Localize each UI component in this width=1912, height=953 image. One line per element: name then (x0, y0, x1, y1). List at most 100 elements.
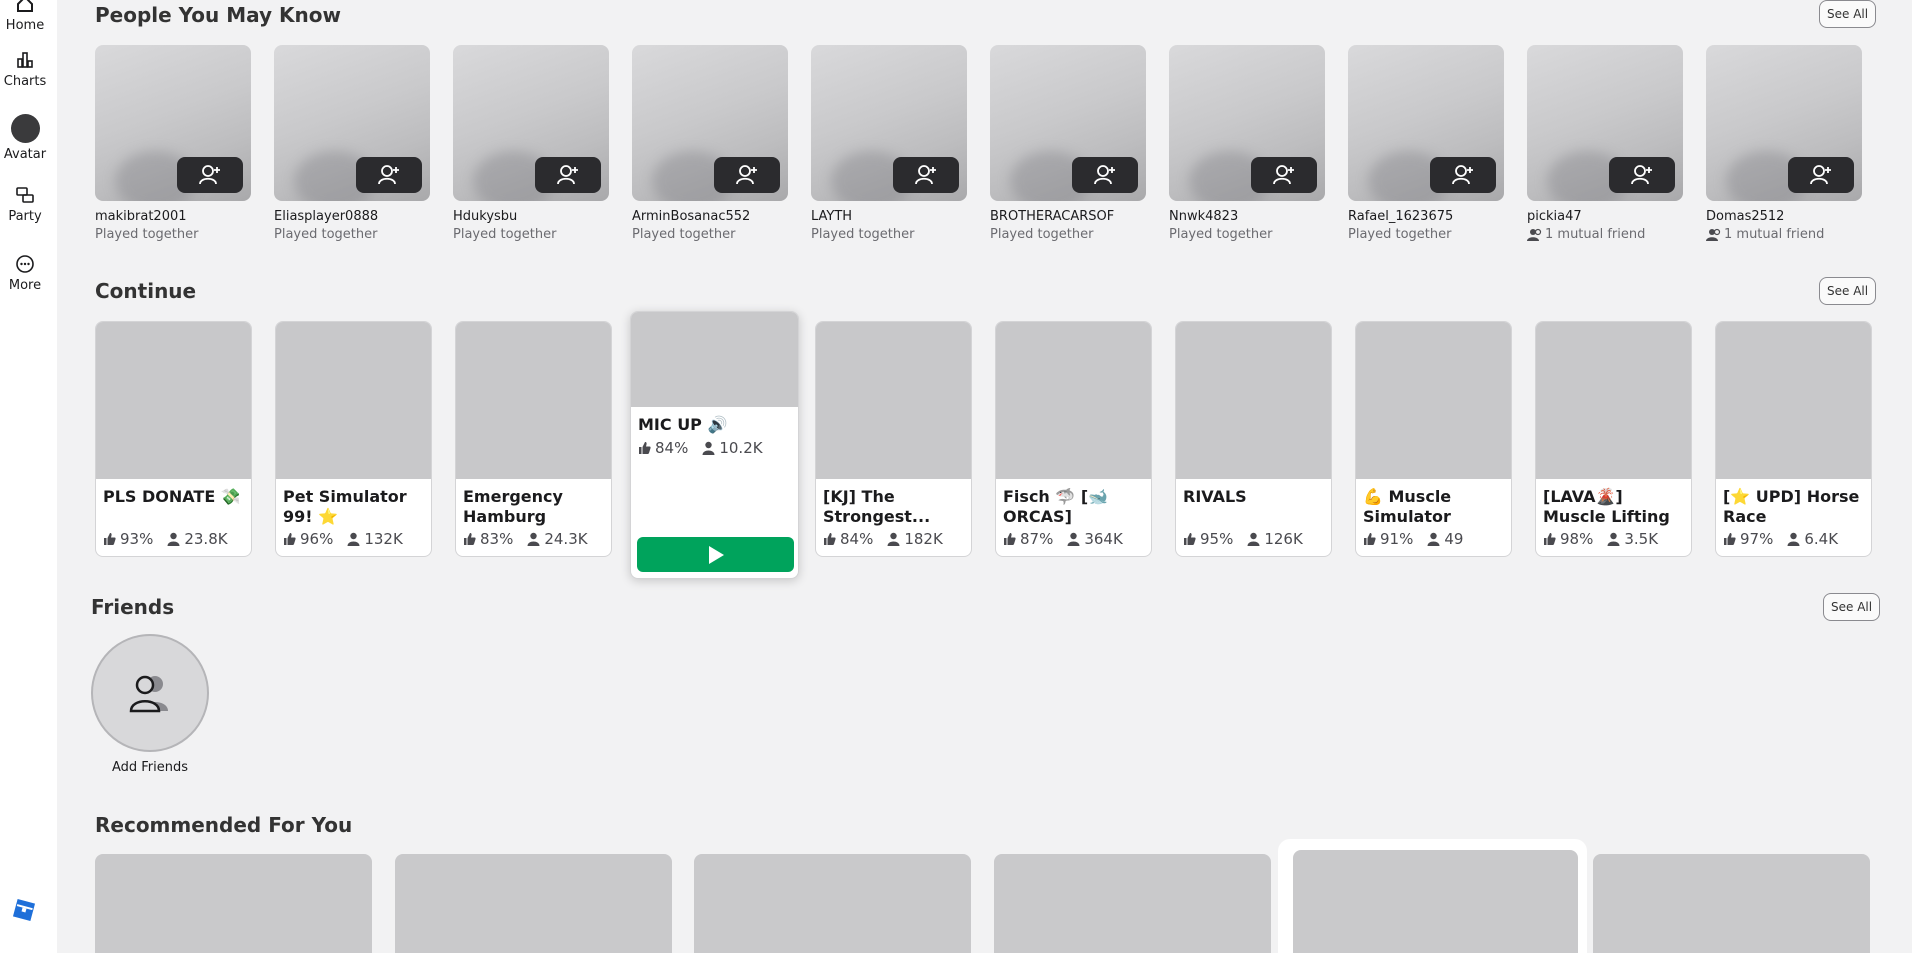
game-thumbnail[interactable] (96, 322, 251, 479)
person-card[interactable]: BROTHERACARSOF Played together (990, 45, 1146, 242)
game-thumbnail[interactable] (1716, 322, 1871, 479)
nav-avatar[interactable]: Avatar (0, 114, 50, 162)
game-title[interactable]: RIVALS (1176, 479, 1331, 529)
game-title[interactable]: [⭐ UPD] Horse Race (1716, 479, 1871, 529)
game-thumbnail[interactable] (1536, 322, 1691, 479)
person-card[interactable]: Nnwk4823 Played together (1169, 45, 1325, 242)
friends-see-all-button[interactable]: See All (1823, 593, 1881, 621)
people-see-all-button[interactable]: See All (1819, 0, 1877, 28)
game-thumbnail[interactable] (456, 322, 611, 479)
recommended-game-thumbnail[interactable] (395, 854, 672, 953)
person-name[interactable]: Eliasplayer0888 (274, 209, 430, 224)
thumbs-up-icon (284, 533, 296, 545)
add-friend-button[interactable] (177, 157, 243, 193)
game-card[interactable]: [⭐ UPD] Horse Race 97% 6.4K (1715, 321, 1872, 557)
game-card[interactable]: Emergency Hamburg 83% 24.3K (455, 321, 612, 557)
nav-charts-label: Charts (3, 74, 47, 89)
person-card[interactable]: LAYTH Played together (811, 45, 967, 242)
players-icon (347, 532, 360, 546)
nav-charts[interactable]: Charts (0, 50, 50, 89)
person-name[interactable]: Domas2512 (1706, 209, 1862, 224)
add-friend-button[interactable] (356, 157, 422, 193)
game-title[interactable]: Fisch 🦈 [🐋 ORCAS] (996, 479, 1151, 529)
person-avatar[interactable] (95, 45, 251, 201)
game-title[interactable]: [LAVA🌋] Muscle Lifting Simulator (1536, 479, 1691, 529)
person-card[interactable]: pickia47 1 mutual friend (1527, 45, 1683, 242)
person-name[interactable]: ArminBosanac552 (632, 209, 788, 224)
nav-party[interactable]: Party (0, 185, 50, 224)
game-card[interactable]: [LAVA🌋] Muscle Lifting Simulator98% 3.5K (1535, 321, 1692, 557)
play-button[interactable] (637, 537, 794, 572)
person-avatar[interactable] (1169, 45, 1325, 201)
game-thumbnail[interactable] (996, 322, 1151, 479)
game-title[interactable]: Pet Simulator 99! ⭐ (276, 479, 431, 529)
nav-home[interactable]: Home (0, 0, 50, 33)
game-thumbnail[interactable] (816, 322, 971, 479)
game-title[interactable]: PLS DONATE 💸 (96, 479, 251, 529)
person-card[interactable]: Rafael_1623675 Played together (1348, 45, 1504, 242)
game-card[interactable]: 💪 Muscle Simulator 91% 49 (1355, 321, 1512, 557)
game-title[interactable]: Emergency Hamburg (456, 479, 611, 529)
person-relation: 1 mutual friend (1706, 227, 1862, 242)
person-name[interactable]: LAYTH (811, 209, 967, 224)
add-friend-button[interactable] (535, 157, 601, 193)
game-card[interactable]: Fisch 🦈 [🐋 ORCAS] 87% 364K (995, 321, 1152, 557)
person-name[interactable]: Hdukysbu (453, 209, 609, 224)
people-section-title: People You May Know (95, 3, 341, 27)
person-avatar[interactable] (632, 45, 788, 201)
person-card[interactable]: ArminBosanac552 Played together (632, 45, 788, 242)
continue-see-all-button[interactable]: See All (1819, 277, 1877, 305)
add-friends-button[interactable]: Add Friends (91, 634, 209, 775)
add-friend-button[interactable] (1788, 157, 1854, 193)
person-avatar[interactable] (1706, 45, 1862, 201)
game-card[interactable]: RIVALS 95% 126K (1175, 321, 1332, 557)
person-card[interactable]: Eliasplayer0888 Played together (274, 45, 430, 242)
game-player-count: 132K (364, 530, 403, 548)
game-card[interactable]: MIC UP 🔊 84% 10.2K (630, 311, 799, 579)
person-name[interactable]: Nnwk4823 (1169, 209, 1325, 224)
add-friend-button[interactable] (893, 157, 959, 193)
game-thumbnail[interactable] (1356, 322, 1511, 479)
add-friend-button[interactable] (1609, 157, 1675, 193)
recommended-game-thumbnail[interactable] (1293, 850, 1578, 953)
game-card[interactable]: Pet Simulator 99! ⭐ 96% 132K (275, 321, 432, 557)
recommended-game-thumbnail[interactable] (1593, 854, 1870, 953)
game-thumbnail[interactable] (1176, 322, 1331, 479)
game-card[interactable]: [KJ] The Strongest... 84% 182K (815, 321, 972, 557)
person-name[interactable]: Rafael_1623675 (1348, 209, 1504, 224)
person-avatar[interactable] (1348, 45, 1504, 201)
person-card[interactable]: makibrat2001 Played together (95, 45, 251, 242)
person-card[interactable]: Hdukysbu Played together (453, 45, 609, 242)
person-relation: Played together (274, 227, 430, 242)
person-avatar[interactable] (453, 45, 609, 201)
game-title[interactable]: 💪 Muscle Simulator (1356, 479, 1511, 529)
recommended-game-thumbnail[interactable] (95, 854, 372, 953)
game-rating: 93% (120, 530, 154, 548)
person-avatar[interactable] (990, 45, 1146, 201)
recommended-game-thumbnail[interactable] (994, 854, 1271, 953)
game-card[interactable]: PLS DONATE 💸 93% 23.8K (95, 321, 252, 557)
person-relation: Played together (453, 227, 609, 242)
add-friend-button[interactable] (1251, 157, 1317, 193)
game-title[interactable]: [KJ] The Strongest... (816, 479, 971, 529)
add-friend-icon (557, 165, 578, 185)
person-name[interactable]: pickia47 (1527, 209, 1683, 224)
play-icon (708, 545, 724, 564)
person-card[interactable]: Domas2512 1 mutual friend (1706, 45, 1862, 242)
add-friend-button[interactable] (1430, 157, 1496, 193)
nav-more[interactable]: More (0, 254, 50, 293)
person-name[interactable]: makibrat2001 (95, 209, 251, 224)
person-name[interactable]: BROTHERACARSOF (990, 209, 1146, 224)
add-friend-button[interactable] (1072, 157, 1138, 193)
recommended-game-thumbnail[interactable] (694, 854, 971, 953)
game-title[interactable]: MIC UP 🔊 (631, 407, 798, 435)
game-thumbnail[interactable] (276, 322, 431, 479)
person-avatar[interactable] (274, 45, 430, 201)
roblox-logo[interactable] (12, 898, 36, 922)
players-icon (527, 532, 540, 546)
person-avatar[interactable] (1527, 45, 1683, 201)
game-thumbnail[interactable] (631, 312, 798, 407)
home-icon (17, 0, 33, 12)
person-avatar[interactable] (811, 45, 967, 201)
add-friend-button[interactable] (714, 157, 780, 193)
